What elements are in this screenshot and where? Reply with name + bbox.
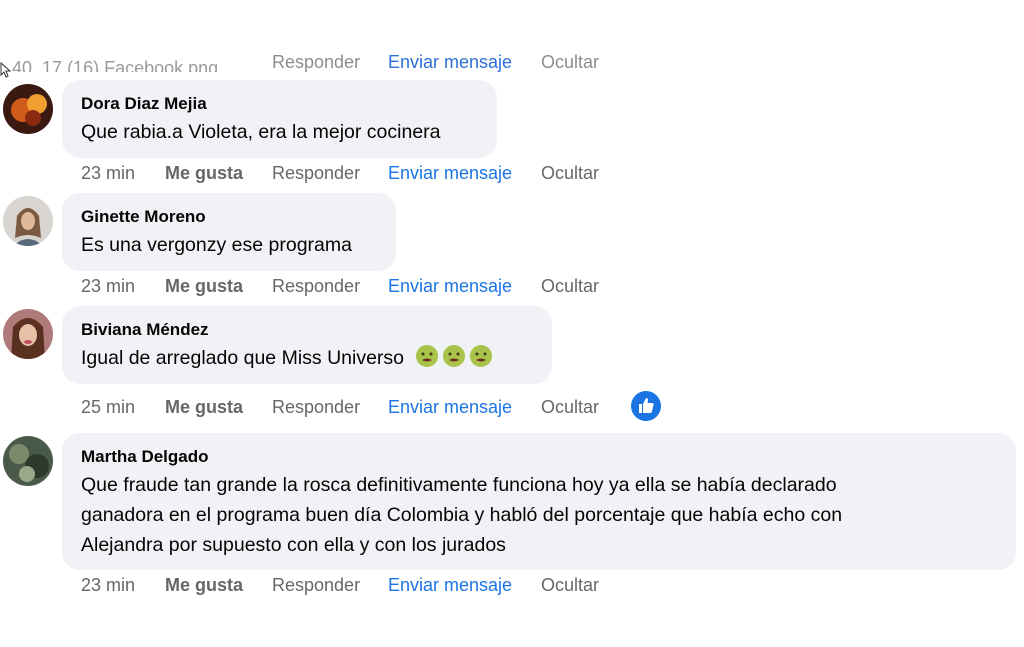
send-message-button[interactable]: Enviar mensaje <box>388 575 512 596</box>
comment-time[interactable]: 23 min <box>81 276 135 297</box>
avatar[interactable] <box>3 196 53 246</box>
avatar[interactable] <box>3 309 53 359</box>
comment-text-line: ganadora en el programa buen día Colombi… <box>81 504 843 526</box>
comment-bubble: Martha Delgado Que fraude tan grande la … <box>62 433 1016 570</box>
hide-link-cutoff[interactable]: Ocultar <box>541 52 599 72</box>
hide-button[interactable]: Ocultar <box>541 397 599 418</box>
comment-bubble: Biviana Méndez Igual de arreglado que Mi… <box>62 306 552 384</box>
comment-text-line: Alejandra por supuesto con ella y con lo… <box>81 534 506 556</box>
send-message-button[interactable]: Enviar mensaje <box>388 397 512 418</box>
comment-text: Igual de arreglado que Miss Universo <box>81 343 532 373</box>
send-message-button[interactable]: Enviar mensaje <box>388 163 512 184</box>
reply-button[interactable]: Responder <box>272 397 360 418</box>
nauseated-face-icon <box>443 345 466 367</box>
comment-author[interactable]: Dora Diaz Mejia <box>81 94 477 114</box>
like-button[interactable]: Me gusta <box>165 276 243 297</box>
nauseated-face-icon <box>416 345 439 367</box>
comment-text: Es una vergonzy ese programa <box>81 234 352 256</box>
comment-text: Que rabia.a Violeta, era la mejor cocine… <box>81 121 441 143</box>
cutoff-action-row: _40_17 (16) Facebook.png Responder Envia… <box>0 50 640 72</box>
like-button[interactable]: Me gusta <box>165 163 243 184</box>
reply-button[interactable]: Responder <box>272 575 360 596</box>
reply-button[interactable]: Responder <box>272 163 360 184</box>
like-button[interactable]: Me gusta <box>165 575 243 596</box>
like-button[interactable]: Me gusta <box>165 397 243 418</box>
avatar[interactable] <box>3 436 53 486</box>
send-message-button[interactable]: Enviar mensaje <box>388 276 512 297</box>
comment-text-body: Igual de arreglado que Miss Universo <box>81 347 405 369</box>
comment-text: Que fraude tan grande la rosca definitiv… <box>81 470 996 560</box>
comment-text-line: Que fraude tan grande la rosca definitiv… <box>81 474 837 496</box>
comment-author[interactable]: Martha Delgado <box>81 447 996 467</box>
comment-author[interactable]: Biviana Méndez <box>81 320 532 340</box>
send-message-link-cutoff[interactable]: Enviar mensaje <box>388 52 512 72</box>
comment-time[interactable]: 25 min <box>81 397 135 418</box>
reply-link-cutoff[interactable]: Responder <box>272 52 360 72</box>
filename-label: _40_17 (16) Facebook.png <box>2 58 219 72</box>
comment-bubble: Dora Diaz Mejia Que rabia.a Violeta, era… <box>62 80 497 158</box>
like-icon[interactable] <box>630 390 662 422</box>
comment-time[interactable]: 23 min <box>81 163 135 184</box>
hide-button[interactable]: Ocultar <box>541 276 599 297</box>
hide-button[interactable]: Ocultar <box>541 163 599 184</box>
reply-button[interactable]: Responder <box>272 276 360 297</box>
cursor-icon <box>0 62 12 78</box>
comment-bubble: Ginette Moreno Es una vergonzy ese progr… <box>62 193 396 271</box>
nauseated-face-icon <box>470 345 493 367</box>
comment-author[interactable]: Ginette Moreno <box>81 207 376 227</box>
comment-time[interactable]: 23 min <box>81 575 135 596</box>
hide-button[interactable]: Ocultar <box>541 575 599 596</box>
avatar[interactable] <box>3 84 53 134</box>
